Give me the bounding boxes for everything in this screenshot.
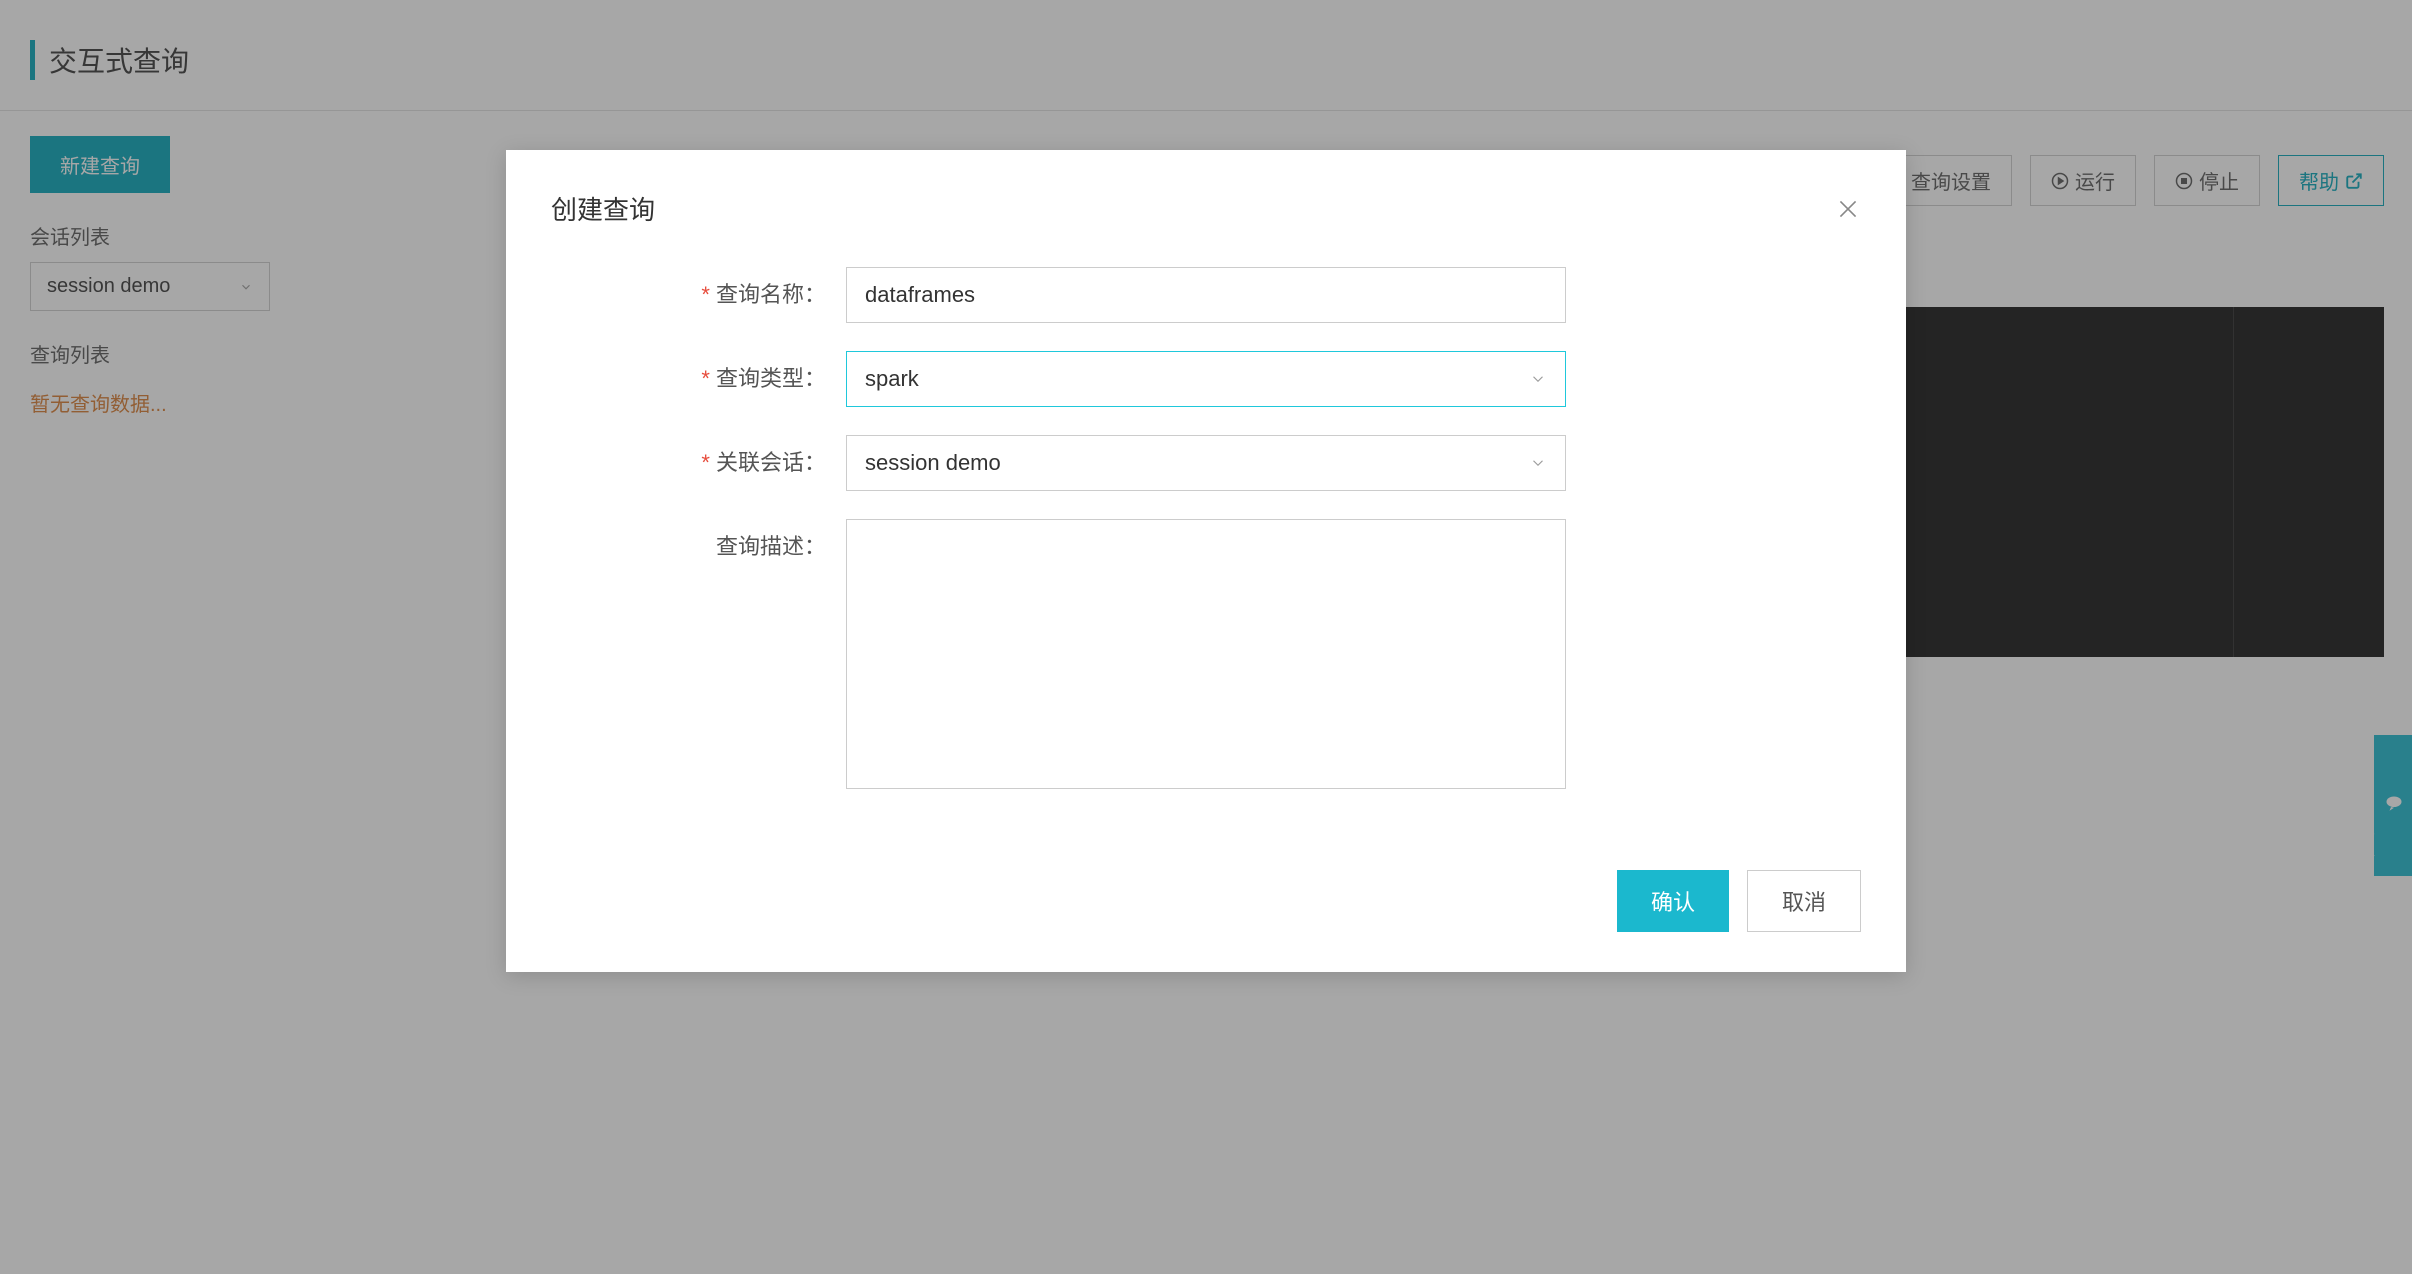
- modal-overlay: 创建查询 *查询名称： *查询类型： spark: [0, 0, 2412, 1274]
- query-desc-label: 查询描述：: [586, 519, 846, 561]
- query-type-value: spark: [865, 366, 919, 392]
- modal-title: 创建查询: [551, 190, 655, 227]
- create-query-modal: 创建查询 *查询名称： *查询类型： spark: [506, 150, 1906, 972]
- related-session-select[interactable]: session demo: [846, 435, 1566, 491]
- modal-body: *查询名称： *查询类型： spark: [506, 252, 1906, 850]
- confirm-button[interactable]: 确认: [1617, 870, 1729, 932]
- required-mark: *: [701, 366, 710, 391]
- cancel-button[interactable]: 取消: [1747, 870, 1861, 932]
- query-desc-textarea[interactable]: [846, 519, 1566, 789]
- form-row-type: *查询类型： spark: [586, 351, 1826, 407]
- query-type-label: *查询类型：: [586, 351, 846, 393]
- close-icon[interactable]: [1835, 196, 1861, 222]
- related-session-label: *关联会话：: [586, 435, 846, 477]
- required-mark: *: [701, 282, 710, 307]
- modal-footer: 确认 取消: [506, 850, 1906, 972]
- chevron-down-icon: [1529, 370, 1547, 388]
- required-mark: *: [701, 450, 710, 475]
- form-row-name: *查询名称：: [586, 267, 1826, 323]
- form-row-desc: 查询描述：: [586, 519, 1826, 792]
- modal-header: 创建查询: [506, 150, 1906, 252]
- query-name-input[interactable]: [846, 267, 1566, 323]
- related-session-value: session demo: [865, 450, 1001, 476]
- query-type-select[interactable]: spark: [846, 351, 1566, 407]
- chevron-down-icon: [1529, 454, 1547, 472]
- form-row-session: *关联会话： session demo: [586, 435, 1826, 491]
- query-name-label: *查询名称：: [586, 267, 846, 309]
